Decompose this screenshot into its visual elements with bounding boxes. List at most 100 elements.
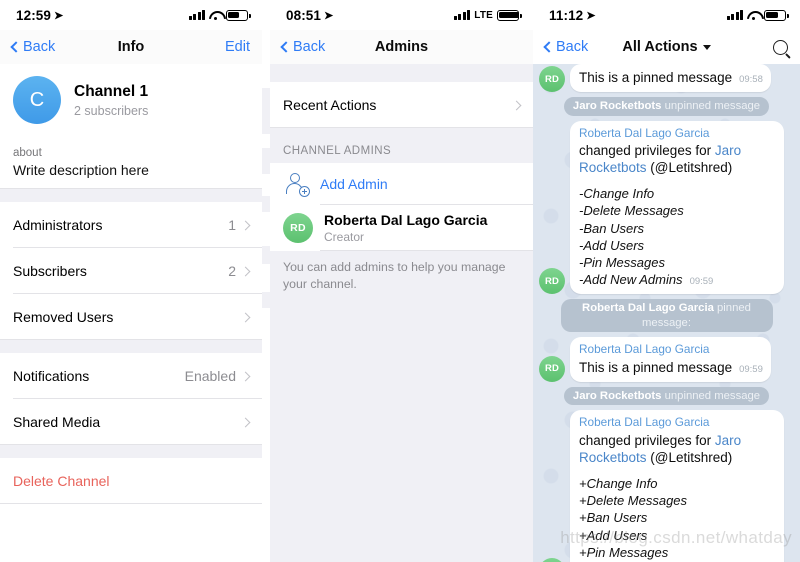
- nav-bar-actions: Back All Actions: [533, 30, 800, 64]
- row-label: Delete Channel: [13, 473, 110, 489]
- chat-messages: RD This is a pinned message 09:58 Jaro Ro…: [533, 64, 800, 562]
- admin-role: Creator: [324, 229, 365, 244]
- row-label: Subscribers: [13, 263, 87, 279]
- divider: [0, 188, 262, 189]
- service-actor: Jaro Rocketbots: [572, 100, 662, 112]
- status-bar-info: 12:59 ➤: [0, 0, 262, 30]
- avatar: RD: [283, 213, 313, 243]
- privilege-list: -Change Info -Delete Messages -Ban Users…: [579, 185, 776, 289]
- back-button[interactable]: Back: [10, 39, 68, 55]
- privilege-item: -Change Info: [579, 186, 655, 201]
- about-section[interactable]: about Write description here: [0, 138, 262, 189]
- message-author: Roberta Dal Lago Garcia: [579, 415, 710, 430]
- wifi-icon: [747, 10, 760, 21]
- message-row[interactable]: RD Roberta Dal Lago Garcia changed privi…: [533, 408, 800, 562]
- list-item-removed-users[interactable]: Removed Users: [0, 294, 262, 340]
- message-row[interactable]: RD This is a pinned message 09:58: [533, 64, 800, 94]
- location-arrow-icon: ➤: [586, 9, 596, 22]
- privilege-item: -Delete Messages: [579, 203, 684, 219]
- row-label: Recent Actions: [283, 97, 377, 113]
- avatar: RD: [539, 66, 565, 92]
- about-label: about: [13, 147, 42, 159]
- list-item-recent-actions[interactable]: Recent Actions: [270, 82, 533, 128]
- avatar: RD: [539, 268, 565, 295]
- list-item-admin[interactable]: RD Roberta Dal Lago Garcia Creator: [270, 205, 533, 251]
- row-label: Administrators: [13, 217, 103, 233]
- service-action: unpinned message: [664, 100, 761, 112]
- subscriber-count: 2 subscribers: [74, 103, 149, 118]
- chevron-left-icon: [10, 41, 22, 53]
- back-button-inner[interactable]: Back: [10, 39, 56, 55]
- message-bubble[interactable]: Roberta Dal Lago Garcia changed privileg…: [570, 120, 784, 295]
- signal-bars-icon: [453, 10, 471, 20]
- divider: [320, 250, 533, 251]
- message-author: Roberta Dal Lago Garcia: [579, 342, 710, 357]
- avatar: RD: [539, 557, 565, 562]
- row-value: 1: [228, 217, 236, 233]
- message-row[interactable]: RD Roberta Dal Lago Garcia changed privi…: [533, 119, 800, 296]
- list-item-notifications[interactable]: Notifications Enabled: [0, 353, 262, 399]
- add-admin-button[interactable]: Add Admin: [270, 163, 533, 205]
- chevron-right-icon: [240, 417, 251, 427]
- status-time-text: 08:51: [286, 7, 322, 23]
- group-gap: [0, 445, 262, 458]
- avatar: RD: [539, 355, 565, 382]
- about-text: Write description here: [13, 162, 149, 178]
- message-row[interactable]: RD Roberta Dal Lago Garcia This is a pin…: [533, 335, 800, 383]
- list-item-shared-media[interactable]: Shared Media: [0, 399, 262, 445]
- battery-icon: [226, 9, 251, 21]
- divider: [270, 127, 533, 128]
- sliver-band: [262, 196, 270, 212]
- status-time: 12:59 ➤: [16, 8, 63, 23]
- status-bar-actions: 11:12 ➤: [533, 0, 800, 30]
- location-arrow-icon: ➤: [324, 9, 334, 22]
- list-item-administrators[interactable]: Administrators 1: [0, 202, 262, 248]
- add-person-icon: [283, 171, 310, 197]
- service-message: Jaro Rocketbots unpinned message: [563, 97, 770, 116]
- avatar-initial: C: [29, 88, 45, 111]
- group-gap: [270, 64, 533, 82]
- message-text: This is a pinned message: [579, 359, 733, 375]
- sliver-band: [262, 246, 270, 264]
- channel-meta: Channel 1 2 subscribers: [74, 82, 148, 117]
- avatar-initials: RD: [544, 73, 560, 85]
- back-button-inner[interactable]: Back: [543, 39, 588, 55]
- service-message-row: Jaro Rocketbots unpinned message: [533, 94, 800, 119]
- sliver-band: [262, 292, 270, 308]
- panel-channel-info: 12:59 ➤ Back Info Edit C Channel 1 2 sub…: [0, 0, 262, 562]
- panel-admins: 08:51 ➤ LTE Back Admins Recent Actions C…: [270, 0, 533, 562]
- back-button[interactable]: Back: [543, 39, 601, 55]
- nav-bar-admins: Back Admins: [270, 30, 533, 64]
- group-gap: [0, 340, 262, 353]
- channel-profile[interactable]: C Channel 1 2 subscribers: [0, 64, 262, 138]
- message-bubble[interactable]: Roberta Dal Lago Garcia changed privileg…: [570, 410, 784, 562]
- service-message-row: Roberta Dal Lago Garcia pinned message:: [533, 296, 800, 335]
- search-button[interactable]: [732, 39, 788, 55]
- message-bubble[interactable]: Roberta Dal Lago Garcia This is a pinned…: [570, 337, 771, 382]
- message-text-suffix: (@Letitshred): [646, 160, 733, 175]
- chat-log[interactable]: RD This is a pinned message 09:58 Jaro Ro…: [533, 64, 800, 562]
- back-button[interactable]: Back: [280, 39, 338, 55]
- delete-channel-button[interactable]: Delete Channel: [0, 458, 262, 504]
- service-message: Roberta Dal Lago Garcia pinned message:: [560, 299, 773, 333]
- back-button-inner[interactable]: Back: [280, 39, 325, 55]
- channel-name: Channel 1: [74, 83, 149, 101]
- message-time: 09:59: [689, 276, 714, 288]
- back-label: Back: [23, 39, 56, 55]
- status-time-text: 12:59: [16, 7, 52, 23]
- message-text: changed privileges for Jaro Rocketbots (…: [579, 432, 776, 466]
- chevron-right-icon: [240, 266, 251, 276]
- privilege-item: -Add New Admins: [579, 272, 683, 288]
- chevron-down-icon: [702, 44, 711, 50]
- message-bubble[interactable]: This is a pinned message 09:58: [570, 64, 771, 92]
- message-text-prefix: changed privileges for: [579, 432, 715, 448]
- admin-meta: Roberta Dal Lago Garcia Creator: [324, 212, 487, 244]
- status-time: 11:12 ➤: [549, 8, 596, 23]
- section-footer-help-text: You can add admins to help you manage yo…: [270, 251, 533, 303]
- message-text-suffix: (@Letitshred): [646, 449, 733, 465]
- privilege-item: +Delete Messages: [579, 492, 688, 508]
- list-item-subscribers[interactable]: Subscribers 2: [0, 248, 262, 294]
- edit-label: Edit: [225, 39, 250, 55]
- edit-button[interactable]: Edit: [194, 39, 250, 55]
- row-value: Enabled: [184, 368, 236, 384]
